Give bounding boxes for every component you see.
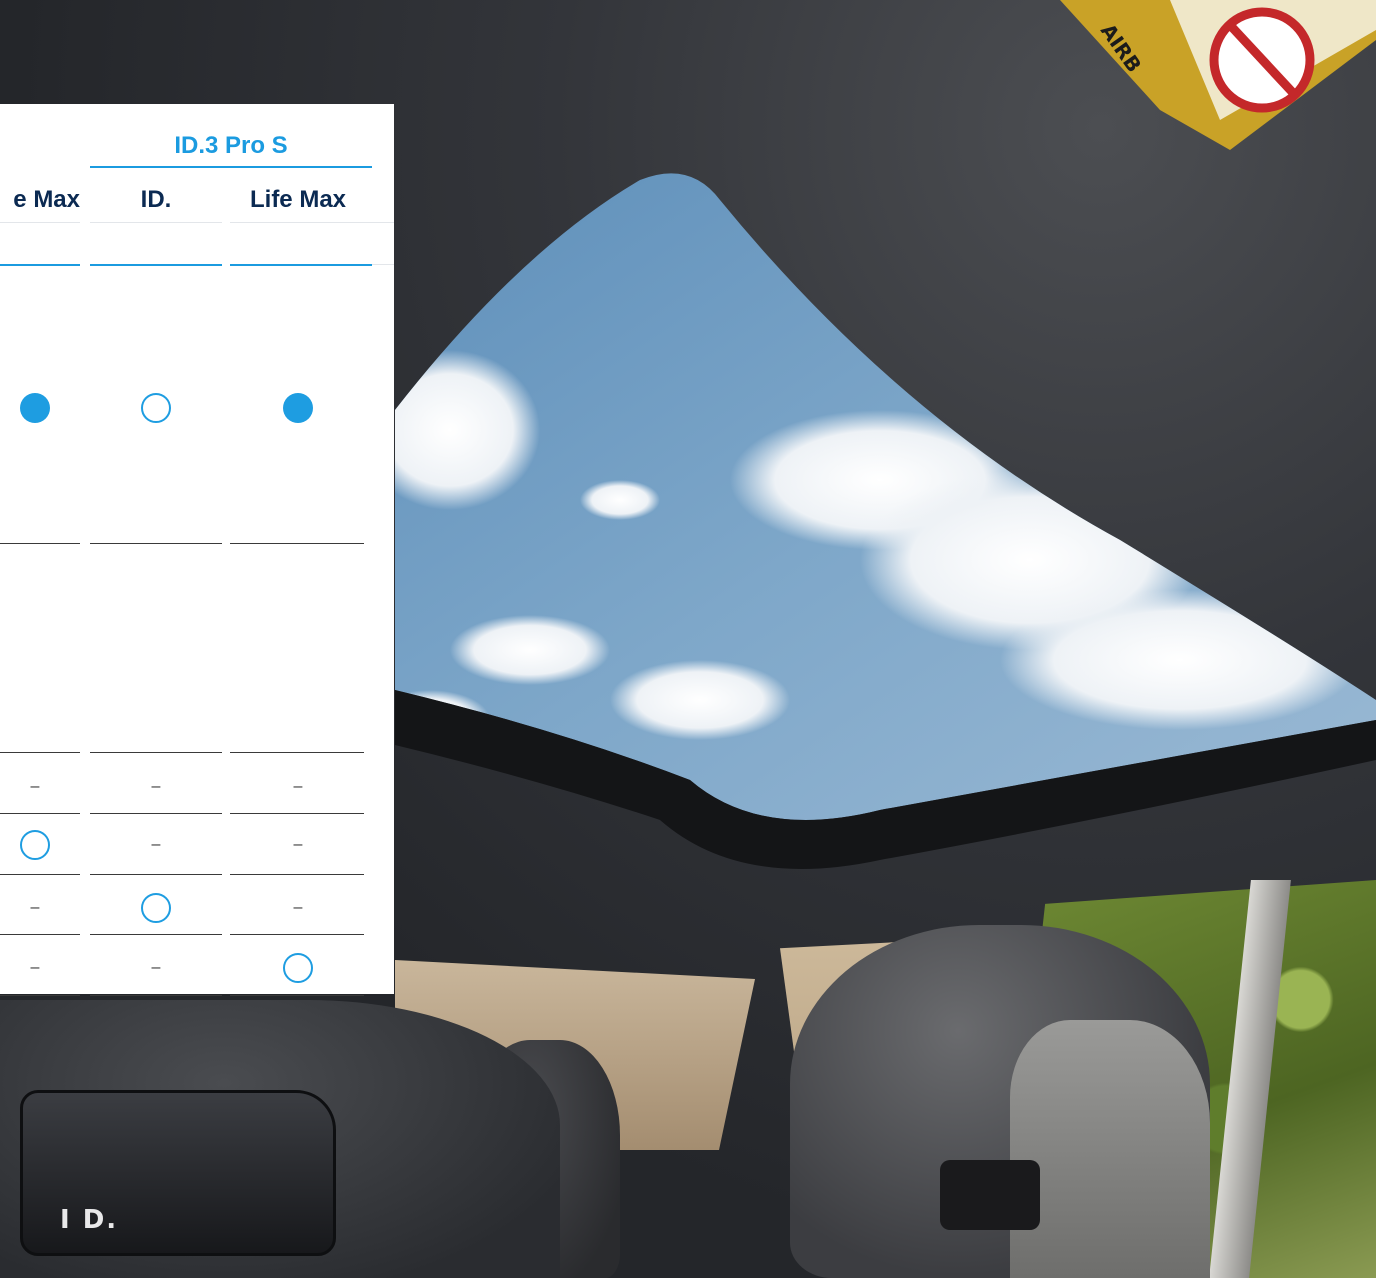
row-rule [230, 995, 364, 996]
group-underline [90, 166, 372, 168]
table-cell [90, 624, 222, 664]
row-rule [90, 813, 222, 814]
open-circle-icon [283, 953, 313, 983]
row-rule [230, 752, 364, 753]
dash-text: – [293, 836, 303, 853]
dash-text: – [30, 899, 40, 916]
airbag-warning-label: AIRB [1060, 0, 1376, 150]
row-rule [0, 543, 80, 544]
row-rule [230, 934, 364, 935]
table-cell [230, 948, 366, 988]
row-rule [0, 752, 80, 753]
row-rule [90, 874, 222, 875]
front-seat-right-bolster [1010, 1020, 1210, 1278]
seat-logo: I D. [60, 1205, 119, 1235]
divider [90, 222, 222, 223]
row-rule [90, 752, 222, 753]
dash-text: – [151, 836, 161, 853]
dash-text: – [293, 899, 303, 916]
header-rule [90, 264, 222, 266]
filled-circle-icon [283, 393, 313, 423]
group-title: ID.3 Pro S [174, 132, 288, 159]
table-cell [0, 825, 80, 865]
row-rule [0, 874, 80, 875]
row-rule [230, 874, 364, 875]
row-rule [90, 934, 222, 935]
table-cell [230, 624, 366, 664]
table-cell: – [0, 888, 80, 928]
row-rule [0, 995, 80, 996]
table-cell: – [0, 948, 80, 988]
row-rule [0, 813, 80, 814]
row-rule [230, 543, 364, 544]
open-circle-icon [141, 893, 171, 923]
open-circle-icon [141, 393, 171, 423]
row-rule [230, 813, 364, 814]
row-rule [90, 995, 222, 996]
table-cell: – [230, 888, 366, 928]
table-cell: – [90, 948, 222, 988]
divider [372, 264, 394, 265]
table-cell [0, 624, 80, 664]
table-cell [230, 388, 366, 428]
table-cell: – [230, 825, 366, 865]
table-cell [0, 388, 80, 428]
spec-table: ID.3 Pro S e Max ID. Life Max – – – – – – – – – [0, 104, 394, 996]
table-cell [90, 888, 222, 928]
filled-circle-icon [20, 393, 50, 423]
spec-table-panel: ID.3 Pro S e Max ID. Life Max – – – – – – – – – [0, 104, 394, 996]
column-header: Life Max [249, 186, 347, 213]
table-cell: – [90, 767, 222, 807]
row-rule [0, 934, 80, 935]
row-rule [90, 543, 222, 544]
open-circle-icon [20, 830, 50, 860]
header-rule [230, 264, 372, 266]
column-header: e Max [13, 186, 80, 213]
dash-text: – [293, 778, 303, 795]
dash-text: – [30, 778, 40, 795]
dash-text: – [151, 959, 161, 976]
dash-text: – [30, 959, 40, 976]
table-cell: – [0, 767, 80, 807]
divider [230, 222, 394, 223]
column-header: ID. [140, 186, 172, 213]
dash-text: – [151, 778, 161, 795]
table-cell: – [90, 825, 222, 865]
divider [0, 222, 80, 223]
headrest-opening [940, 1160, 1040, 1230]
table-cell: – [230, 767, 366, 807]
header-rule [0, 264, 80, 266]
table-cell [90, 388, 222, 428]
